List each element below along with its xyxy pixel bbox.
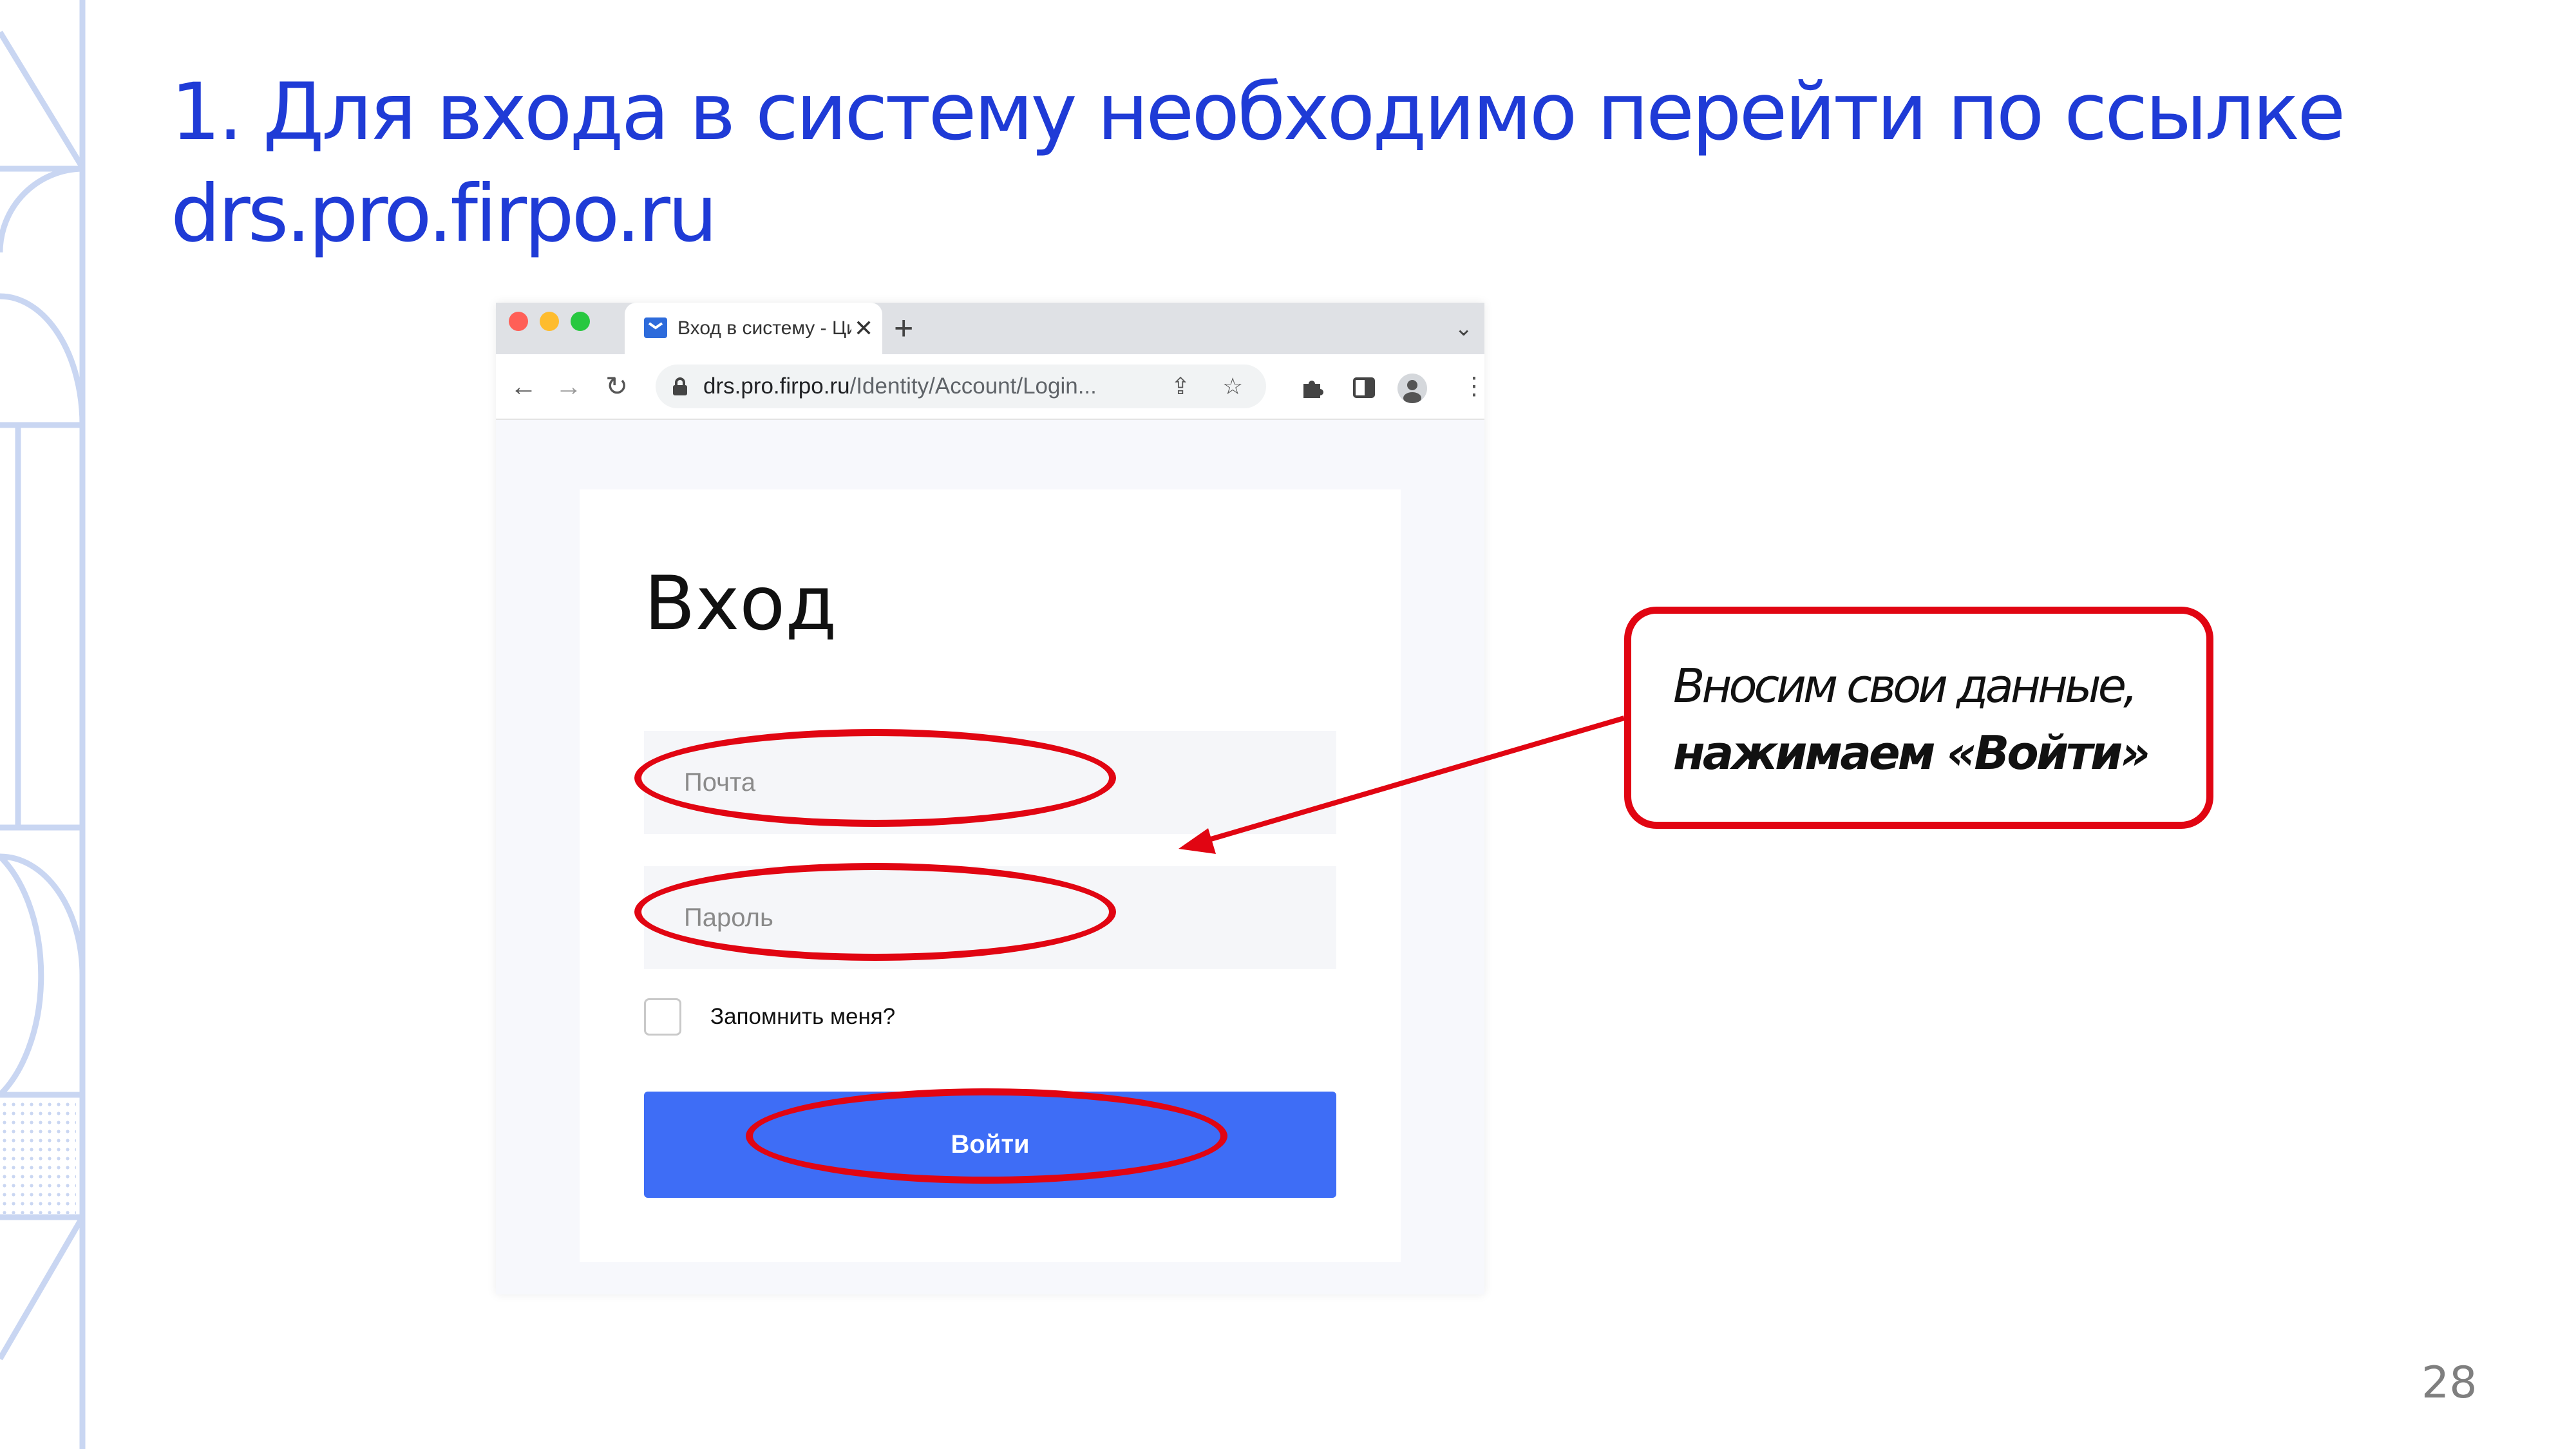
profile-icon[interactable] — [1397, 374, 1427, 403]
tab-bar: Вход в систему - Цифровая С ✕ + ⌄ — [496, 303, 1484, 354]
slide-title: 1. Для входа в систему необходимо перейт… — [171, 61, 2360, 265]
login-card: Вход Запомнить меня? Войти — [580, 489, 1401, 1262]
reload-icon[interactable]: ↻ — [605, 354, 628, 419]
forward-icon[interactable]: → — [555, 354, 582, 419]
password-field[interactable] — [644, 866, 1336, 969]
lock-icon — [673, 377, 687, 395]
extensions-icon[interactable] — [1300, 375, 1325, 401]
url-path: /Identity/Account/Login... — [849, 374, 1097, 399]
minimize-window-button[interactable] — [540, 312, 559, 331]
url-host: drs.pro.firpo.ru — [703, 374, 850, 399]
browser-tab[interactable]: Вход в систему - Цифровая С ✕ — [625, 303, 882, 354]
share-icon[interactable]: ⇪ — [1171, 365, 1190, 408]
tab-title: Вход в систему - Цифровая С — [677, 317, 851, 339]
tab-list-chevron-icon[interactable]: ⌄ — [1455, 303, 1473, 354]
browser-toolbar: ← → ↻ drs.pro.firpo.ru/Identity/Account/… — [496, 354, 1484, 420]
side-panel-icon[interactable] — [1352, 376, 1376, 399]
menu-icon[interactable]: ⋮ — [1462, 354, 1484, 419]
new-tab-button[interactable]: + — [894, 303, 913, 354]
favicon-icon — [644, 317, 667, 338]
star-icon[interactable]: ☆ — [1222, 365, 1243, 408]
callout-line-2: нажимаем «Войти» — [1673, 726, 2150, 780]
maximize-window-button[interactable] — [571, 312, 590, 331]
callout-text: Вносим свои данные, нажимаем «Войти» — [1673, 652, 2208, 786]
back-icon[interactable]: ← — [510, 354, 537, 419]
remember-me-checkbox[interactable] — [644, 998, 681, 1036]
browser-screenshot: Вход в систему - Цифровая С ✕ + ⌄ ← → ↻ … — [496, 303, 1484, 1294]
close-tab-icon[interactable]: ✕ — [854, 303, 873, 354]
url-text: drs.pro.firpo.ru/Identity/Account/Login.… — [703, 365, 1097, 408]
slide-title-line-1: 1. Для входа в систему необходимо перейт… — [171, 66, 2345, 158]
page-number: 28 — [2421, 1358, 2477, 1408]
instruction-callout: Вносим свои данные, нажимаем «Войти» — [1624, 607, 2213, 829]
close-window-button[interactable] — [509, 312, 528, 331]
slide-title-link: drs.pro.firpo.ru — [171, 168, 717, 260]
email-field[interactable] — [644, 731, 1336, 834]
callout-line-1: Вносим свои данные, — [1673, 659, 2138, 713]
remember-me-label: Запомнить меня? — [710, 1004, 896, 1029]
login-heading: Вход — [644, 560, 837, 647]
address-bar[interactable]: drs.pro.firpo.ru/Identity/Account/Login.… — [656, 365, 1266, 408]
decorative-strip — [0, 0, 86, 1449]
login-button[interactable]: Войти — [644, 1092, 1336, 1198]
